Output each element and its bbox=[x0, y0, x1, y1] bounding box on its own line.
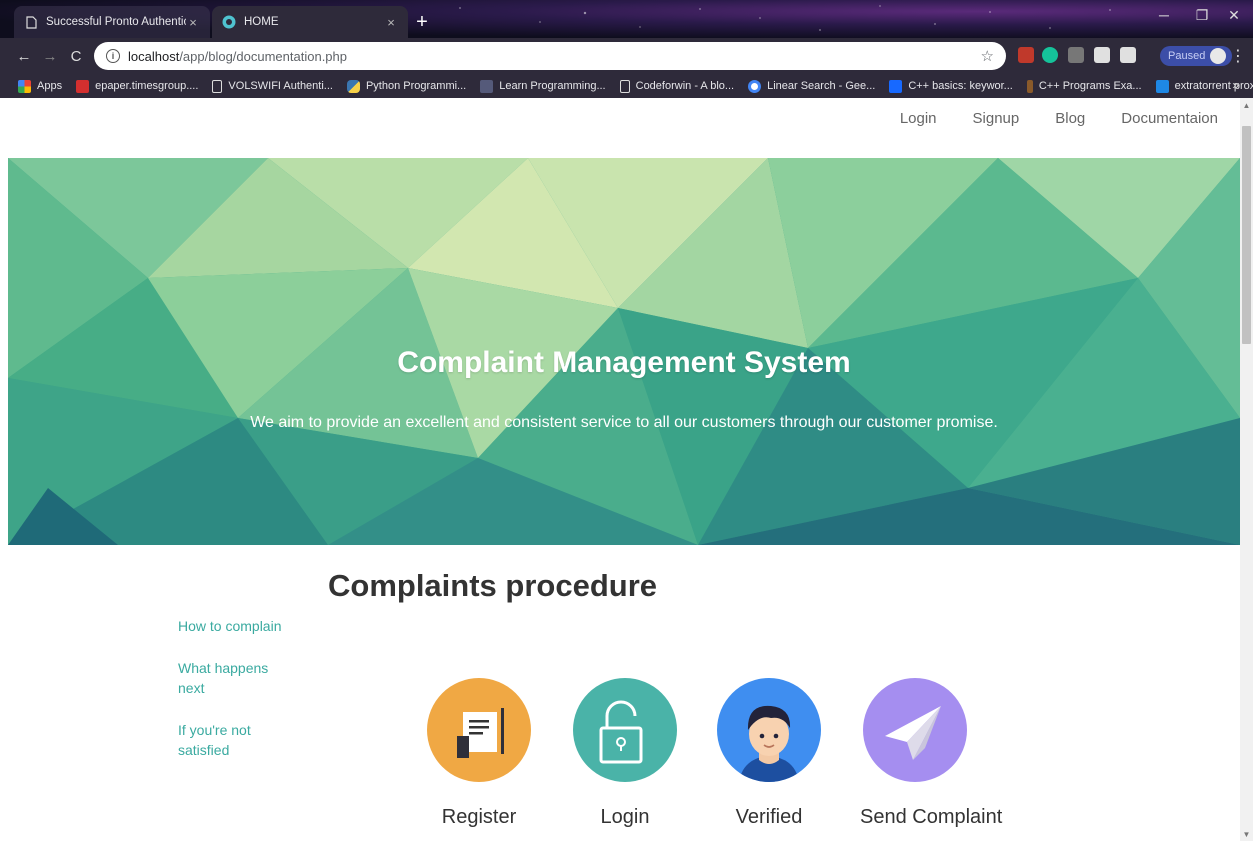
reload-icon[interactable]: C bbox=[66, 46, 86, 66]
bookmark-label: Apps bbox=[37, 80, 63, 92]
python-icon bbox=[346, 79, 360, 93]
bookmark-label: Codeforwin - A blo... bbox=[635, 80, 735, 92]
bookmark-label: C++ Programs Exa... bbox=[1038, 80, 1142, 92]
scroll-up-arrow-icon[interactable]: ▲ bbox=[1240, 98, 1253, 112]
scroll-thumb[interactable] bbox=[1242, 126, 1251, 344]
nav-signup-link[interactable]: Signup bbox=[973, 110, 1020, 127]
bookmark-linear-search[interactable]: Linear Search - Gee... bbox=[748, 79, 876, 93]
bookmark-volswifi[interactable]: VOLSWIFI Authenti... bbox=[212, 79, 333, 93]
bookmark-label: VOLSWIFI Authenti... bbox=[228, 80, 333, 92]
bookmark-label: epaper.timesgroup.... bbox=[95, 80, 199, 92]
bookmark-cpp-basics[interactable]: C++ basics: keywor... bbox=[889, 79, 1013, 93]
hero-title: Complaint Management System bbox=[397, 346, 851, 379]
tab-home[interactable]: HOME × bbox=[212, 6, 408, 38]
forward-arrow-icon[interactable]: → bbox=[40, 46, 60, 66]
extension-icon[interactable] bbox=[1094, 47, 1110, 63]
bookmark-cpp-programs[interactable]: C++ Programs Exa... bbox=[1026, 79, 1142, 93]
cpp-icon bbox=[1026, 79, 1033, 93]
what-happens-next-link[interactable]: What happens next bbox=[178, 658, 288, 698]
profile-status: Paused bbox=[1168, 50, 1206, 62]
back-arrow-icon[interactable]: ← bbox=[14, 46, 34, 66]
site-info-icon[interactable]: i bbox=[106, 49, 120, 63]
how-to-complain-link[interactable]: How to complain bbox=[178, 616, 288, 636]
tab-close-icon[interactable]: × bbox=[186, 15, 200, 30]
step-register[interactable]: Register bbox=[424, 678, 534, 829]
step-label: Send Complaint bbox=[860, 806, 1003, 828]
procedure-title: Complaints procedure bbox=[328, 568, 657, 603]
bookmarks-overflow-icon[interactable]: » bbox=[1232, 78, 1239, 92]
close-window-icon[interactable]: ✕ bbox=[1212, 0, 1253, 30]
page-icon bbox=[619, 79, 630, 93]
user-avatar-icon bbox=[717, 678, 821, 782]
scroll-down-arrow-icon[interactable]: ▼ bbox=[1240, 827, 1253, 841]
address-bar[interactable]: i localhost /app/blog/documentation.php … bbox=[94, 42, 1006, 70]
page-icon bbox=[212, 79, 223, 93]
pdf-extension-icon[interactable] bbox=[1018, 47, 1034, 63]
tab-close-icon[interactable]: × bbox=[384, 15, 398, 30]
tab-successful-pronto[interactable]: Successful Pronto Authentication × bbox=[14, 6, 210, 38]
behance-icon bbox=[889, 79, 903, 93]
browser-menu-icon[interactable]: ⋮ bbox=[1230, 46, 1246, 66]
nav-documentation-link[interactable]: Documentaion bbox=[1121, 110, 1218, 127]
extension-icon[interactable] bbox=[1068, 47, 1084, 63]
bookmark-learn-programming[interactable]: Learn Programming... bbox=[480, 79, 606, 93]
bookmark-python[interactable]: Python Programmi... bbox=[346, 79, 467, 93]
top-navigation: Login Signup Blog Documentaion bbox=[900, 110, 1218, 127]
epaper-icon bbox=[76, 79, 90, 93]
new-tab-plus-icon[interactable]: + bbox=[410, 10, 434, 34]
page-viewport: Login Signup Blog Documentaion Complaint… bbox=[0, 98, 1240, 841]
extension-icon[interactable] bbox=[1120, 47, 1136, 63]
bookmark-label: C++ basics: keywor... bbox=[908, 80, 1013, 92]
grammarly-extension-icon[interactable] bbox=[1042, 47, 1058, 63]
not-satisfied-link[interactable]: If you're not satisfied bbox=[178, 720, 288, 760]
profile-avatar-icon bbox=[1210, 48, 1227, 64]
home-favicon-icon bbox=[222, 15, 236, 29]
browser-toolbar: ← → C i localhost /app/blog/documentatio… bbox=[0, 38, 1253, 74]
nav-blog-link[interactable]: Blog bbox=[1055, 110, 1085, 127]
bookmarks-bar: Apps epaper.timesgroup.... VOLSWIFI Auth… bbox=[0, 74, 1253, 98]
procedure-side-links: How to complain What happens next If you… bbox=[178, 616, 288, 782]
page-scrollbar[interactable]: ▲ ▼ bbox=[1240, 98, 1253, 841]
page-icon bbox=[24, 15, 38, 29]
hero-banner: Complaint Management System We aim to pr… bbox=[8, 158, 1240, 545]
hero-subtitle: We aim to provide an excellent and consi… bbox=[250, 414, 998, 431]
step-label: Register bbox=[441, 806, 517, 828]
step-login[interactable]: Login bbox=[570, 678, 680, 829]
bookmark-label: extratorrent proxy -... bbox=[1174, 80, 1253, 92]
profile-paused-button[interactable]: Paused bbox=[1160, 46, 1233, 66]
step-label: Verified bbox=[735, 806, 803, 828]
bookmark-label: Python Programmi... bbox=[365, 80, 467, 92]
register-document-icon bbox=[427, 678, 531, 782]
bookmark-apps[interactable]: Apps bbox=[18, 79, 63, 93]
tab-title: HOME bbox=[244, 16, 279, 28]
bookmark-codeforwin[interactable]: Codeforwin - A blo... bbox=[619, 79, 735, 93]
step-send-complaint[interactable]: Send Complaint bbox=[860, 678, 1003, 829]
apps-grid-icon bbox=[18, 79, 31, 93]
unlock-padlock-icon bbox=[573, 678, 677, 782]
bookmark-label: Learn Programming... bbox=[499, 80, 606, 92]
google-icon bbox=[748, 79, 762, 93]
is-icon bbox=[1155, 79, 1169, 93]
url-path: /app/blog/documentation.php bbox=[179, 48, 347, 64]
step-verified[interactable]: Verified bbox=[714, 678, 824, 829]
bookmark-label: Linear Search - Gee... bbox=[767, 80, 876, 92]
step-label: Login bbox=[600, 806, 650, 828]
bookmark-epaper[interactable]: epaper.timesgroup.... bbox=[76, 79, 199, 93]
paper-plane-icon bbox=[863, 678, 967, 782]
browser-tabstrip: Successful Pronto Authentication × HOME … bbox=[0, 0, 1253, 38]
learn-icon bbox=[480, 79, 494, 93]
nav-login-link[interactable]: Login bbox=[900, 110, 937, 127]
tab-title: Successful Pronto Authentication bbox=[46, 16, 186, 28]
url-host: localhost bbox=[128, 48, 180, 64]
bookmark-star-icon[interactable]: ☆ bbox=[981, 47, 994, 65]
